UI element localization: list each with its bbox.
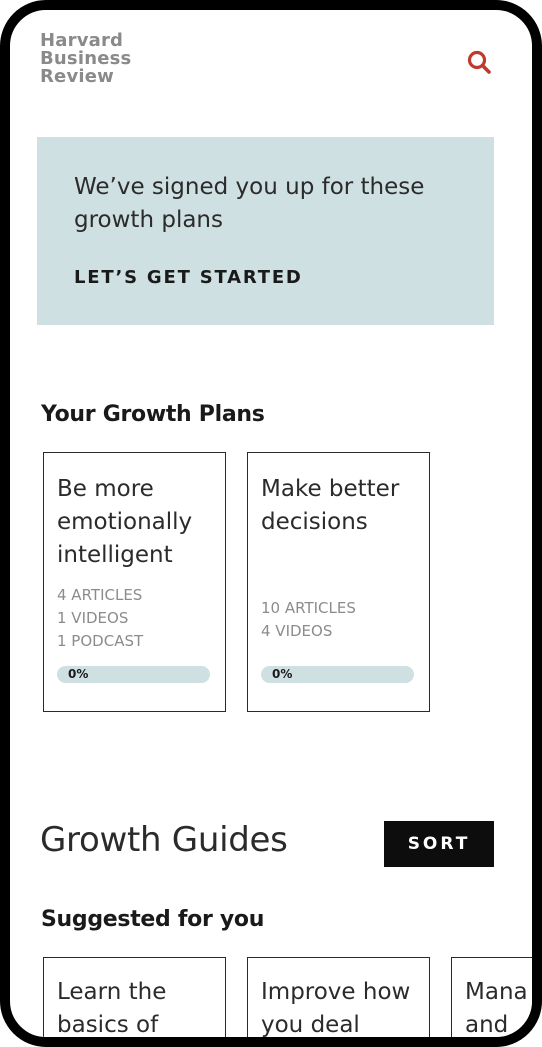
growth-plan-card[interactable]: Make better decisions 10 ARTICLES 4 VIDE… xyxy=(247,452,430,712)
plan-progress-bar: 0% xyxy=(261,666,414,683)
guide-card[interactable]: Improve how you deal xyxy=(247,957,430,1038)
plan-podcast-count: 1 PODCAST xyxy=(57,632,144,650)
plan-articles-count: 4 ARTICLES xyxy=(57,586,143,604)
sort-button[interactable]: SORT xyxy=(384,821,494,867)
plan-articles-count: 10 ARTICLES xyxy=(261,599,356,617)
guide-title: Improve how you deal xyxy=(261,976,426,1038)
onboarding-banner: We’ve signed you up for these growth pla… xyxy=(37,137,494,325)
guide-title-line: Mana xyxy=(465,979,528,1005)
growth-guides-heading: Growth Guides xyxy=(40,820,288,860)
get-started-link[interactable]: LET’S GET STARTED xyxy=(74,267,303,288)
phone-frame: Harvard Business Review We’ve signed you… xyxy=(0,0,542,1047)
guide-title-line: you deal xyxy=(261,1012,360,1038)
suggested-heading: Suggested for you xyxy=(41,907,265,932)
guide-title-line: and xyxy=(465,1012,509,1038)
search-button[interactable] xyxy=(465,48,495,78)
plan-progress-label: 0% xyxy=(272,667,293,681)
plan-videos-count: 4 VIDEOS xyxy=(261,622,333,640)
growth-plan-card[interactable]: Be more emotionally intelligent 4 ARTICL… xyxy=(43,452,226,712)
growth-plans-heading: Your Growth Plans xyxy=(41,402,265,427)
guide-card[interactable]: Mana and xyxy=(451,957,532,1038)
plan-meta: 10 ARTICLES 4 VIDEOS xyxy=(261,597,426,643)
logo-line-3: Review xyxy=(40,66,115,87)
guide-title: Learn the basics of xyxy=(57,976,222,1038)
search-icon xyxy=(467,50,491,74)
plan-title: Make better decisions xyxy=(261,476,400,535)
guide-title-line: Learn the xyxy=(57,979,167,1005)
plan-progress-label: 0% xyxy=(68,667,89,681)
guide-title-line: basics of xyxy=(57,1012,159,1038)
plan-progress-bar: 0% xyxy=(57,666,210,683)
plan-meta: 4 ARTICLES 1 VIDEOS 1 PODCAST xyxy=(57,584,222,653)
guide-title: Mana and xyxy=(465,976,532,1038)
guide-card[interactable]: Learn the basics of xyxy=(43,957,226,1038)
plan-title: Be more emotionally intelligent xyxy=(57,476,193,568)
plan-videos-count: 1 VIDEOS xyxy=(57,609,129,627)
guide-title-line: Improve how xyxy=(261,979,411,1005)
banner-message: We’ve signed you up for these growth pla… xyxy=(74,174,425,233)
hbr-logo[interactable]: Harvard Business Review xyxy=(40,32,131,86)
